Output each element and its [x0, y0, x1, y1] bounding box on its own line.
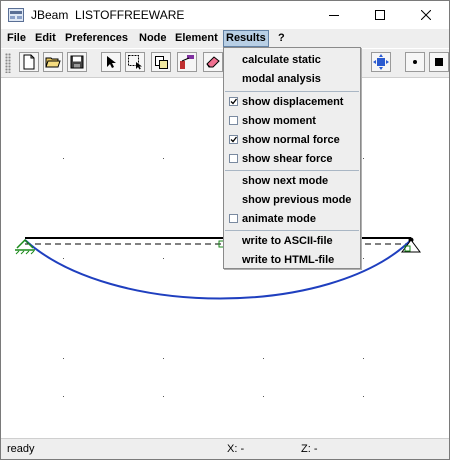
checkbox-unchecked-icon [229, 154, 238, 163]
select-rectangle-icon [128, 55, 142, 70]
menu-item-calculate-static[interactable]: calculate static [224, 51, 360, 70]
x-coordinate-readout: X: - [227, 443, 245, 455]
close-icon [421, 10, 431, 20]
menu-item-show-next-mode[interactable]: show next mode [224, 172, 360, 191]
menu-item-write-html-file[interactable]: write to HTML-file [224, 251, 360, 270]
copy-button[interactable] [151, 52, 171, 72]
status-message: ready [7, 443, 35, 455]
status-bar: ready X: - Z: - [1, 438, 449, 459]
menu-separator [225, 230, 359, 231]
menu-item-modal-analysis[interactable]: modal analysis [224, 70, 360, 89]
fit-view-icon [373, 54, 389, 70]
eraser-icon [206, 56, 220, 68]
checkbox-unchecked-icon [229, 116, 238, 125]
menu-results[interactable]: Results [223, 30, 269, 47]
menu-item-label: write to HTML-file [242, 254, 335, 266]
menu-bar: File Edit Preferences Node Element Resul… [1, 29, 449, 48]
menu-preferences[interactable]: Preferences [63, 31, 130, 46]
menu-item-label: show previous mode [242, 194, 352, 206]
menu-item-label: calculate static [242, 54, 321, 66]
z-coordinate-readout: Z: - [301, 443, 318, 455]
menu-help[interactable]: ? [276, 31, 287, 46]
toolbar-grip[interactable] [5, 53, 11, 73]
minimize-button[interactable] [311, 1, 357, 29]
menu-item-show-displacement[interactable]: show displacement [224, 93, 360, 112]
menu-item-show-normal-force[interactable]: show normal force [224, 131, 360, 150]
menu-item-show-previous-mode[interactable]: show previous mode [224, 191, 360, 210]
results-dropdown-menu: calculate static modal analysis show dis… [223, 47, 361, 269]
save-button[interactable] [67, 52, 87, 72]
eraser-button[interactable] [203, 52, 223, 72]
menu-item-show-moment[interactable]: show moment [224, 112, 360, 131]
select-rectangle-button[interactable] [125, 52, 145, 72]
window-title: JBeam LISTOFFREEWARE [31, 8, 185, 22]
menu-element[interactable]: Element [173, 31, 220, 46]
menu-edit[interactable]: Edit [33, 31, 58, 46]
pointer-tool-button[interactable] [101, 52, 121, 72]
new-file-button[interactable] [19, 52, 39, 72]
menu-item-label: animate mode [242, 213, 316, 225]
minimize-icon [329, 15, 339, 16]
menu-item-label: show next mode [242, 175, 329, 187]
new-file-icon [23, 54, 35, 70]
menu-file[interactable]: File [5, 31, 28, 46]
close-button[interactable] [403, 1, 449, 29]
maximize-button[interactable] [357, 1, 403, 29]
menu-item-label: show moment [242, 115, 316, 127]
menu-separator [225, 170, 359, 171]
node-properties-icon [180, 55, 194, 69]
menu-item-label: write to ASCII-file [242, 235, 333, 247]
menu-item-write-ascii-file[interactable]: write to ASCII-file [224, 232, 360, 251]
pointer-arrow-icon [107, 56, 116, 68]
menu-separator [225, 91, 359, 92]
fixed-support-icon[interactable] [15, 238, 35, 255]
menu-item-animate-mode[interactable]: animate mode [224, 210, 360, 229]
open-folder-icon [45, 57, 61, 68]
large-node-button[interactable] [429, 52, 449, 72]
title-bar: JBeam LISTOFFREEWARE [1, 1, 449, 29]
app-icon [8, 8, 24, 22]
checkbox-checked-icon [229, 97, 238, 106]
checkbox-checked-icon [229, 135, 238, 144]
menu-node[interactable]: Node [137, 31, 169, 46]
menu-item-label: show displacement [242, 96, 344, 108]
menu-item-label: show shear force [242, 153, 333, 165]
small-node-button[interactable] [405, 52, 425, 72]
menu-item-label: modal analysis [242, 73, 321, 85]
fit-view-button[interactable] [371, 52, 391, 72]
checkbox-unchecked-icon [229, 214, 238, 223]
open-file-button[interactable] [43, 52, 63, 72]
save-disk-icon [70, 55, 84, 69]
jbeam-window: JBeam LISTOFFREEWARE File Edit Preferenc… [0, 0, 450, 460]
large-dot-icon [435, 58, 443, 66]
menu-item-show-shear-force[interactable]: show shear force [224, 150, 360, 169]
small-dot-icon [413, 60, 417, 64]
menu-item-label: show normal force [242, 134, 340, 146]
node-properties-button[interactable] [177, 52, 197, 72]
maximize-icon [375, 10, 385, 20]
copy-icon [154, 55, 168, 69]
